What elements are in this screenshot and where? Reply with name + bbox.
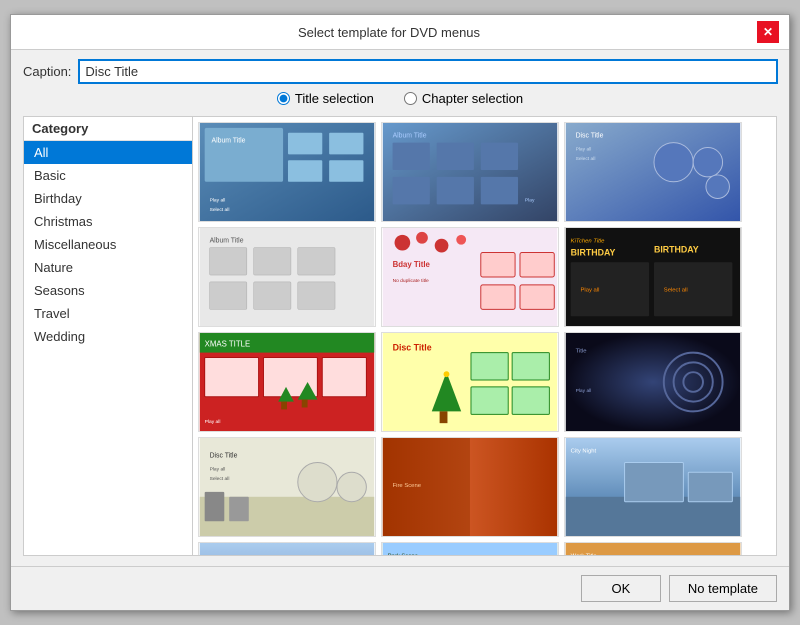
svg-text:Select all: Select all [210, 476, 230, 482]
svg-text:BIRTHDAY: BIRTHDAY [654, 245, 699, 255]
chapter-selection-radio[interactable]: Chapter selection [404, 91, 523, 106]
svg-text:Disc Title: Disc Title [210, 453, 238, 460]
templates-area: Album Title Play all Select all [193, 116, 777, 556]
svg-text:Work Title: Work Title [571, 554, 597, 556]
svg-text:Select all: Select all [576, 156, 596, 162]
templates-row-2: Album Title [198, 227, 771, 327]
category-item-travel[interactable]: Travel [24, 302, 192, 325]
template-1[interactable]: Album Title Play all Select all [198, 122, 376, 222]
templates-row-3: XMAS TITLE Play all [198, 332, 771, 432]
category-item-all[interactable]: All [24, 141, 192, 164]
svg-text:Park Scene: Park Scene [388, 554, 418, 556]
svg-text:Play all: Play all [205, 419, 221, 425]
svg-text:Play: Play [525, 197, 535, 203]
caption-row: Caption: [23, 60, 777, 83]
svg-text:Play all: Play all [210, 466, 226, 472]
dialog-footer: OK No template [11, 566, 789, 610]
template-8[interactable]: Disc Title [381, 332, 559, 432]
svg-text:Select all: Select all [210, 207, 230, 213]
template-15[interactable]: Work Title Play all [564, 542, 742, 556]
no-template-button[interactable]: No template [669, 575, 777, 602]
svg-text:City Night: City Night [571, 449, 597, 455]
dialog: Select template for DVD menus ✕ Caption:… [10, 14, 790, 611]
templates-row-1: Album Title Play all Select all [198, 122, 771, 222]
category-item-birthday[interactable]: Birthday [24, 187, 192, 210]
title-bar: Select template for DVD menus ✕ [11, 15, 789, 50]
svg-text:Album Title: Album Title [210, 238, 244, 245]
category-item-nature[interactable]: Nature [24, 256, 192, 279]
svg-text:BIRTHDAY: BIRTHDAY [571, 247, 616, 257]
svg-text:Title: Title [576, 349, 587, 355]
category-panel: Category All Basic Birthday Christmas Mi… [23, 116, 193, 556]
svg-text:Bday Title: Bday Title [393, 260, 431, 269]
radio-row: Title selection Chapter selection [23, 91, 777, 106]
template-12[interactable]: City Night [564, 437, 742, 537]
dialog-body: Caption: Title selection Chapter selecti… [11, 50, 789, 566]
caption-label: Caption: [23, 64, 71, 79]
category-item-christmas[interactable]: Christmas [24, 210, 192, 233]
svg-text:Select all: Select all [664, 288, 688, 294]
svg-text:Album Title: Album Title [393, 133, 427, 140]
category-item-wedding[interactable]: Wedding [24, 325, 192, 348]
dialog-title: Select template for DVD menus [21, 25, 757, 40]
caption-input[interactable] [79, 60, 777, 83]
template-10[interactable]: Disc Title Play all Select all [198, 437, 376, 537]
svg-text:Disc Title: Disc Title [393, 343, 432, 353]
template-6[interactable]: KiTchen Title BIRTHDAY BIRTHDAY Play all… [564, 227, 742, 327]
template-13[interactable]: Play all Title [198, 542, 376, 556]
templates-row-4: Disc Title Play all Select all [198, 437, 771, 537]
close-button[interactable]: ✕ [757, 21, 779, 43]
template-4[interactable]: Album Title [198, 227, 376, 327]
category-header: Category [24, 117, 192, 141]
category-item-seasons[interactable]: Seasons [24, 279, 192, 302]
ok-button[interactable]: OK [581, 575, 661, 602]
svg-text:Album Title: Album Title [212, 138, 246, 145]
category-item-basic[interactable]: Basic [24, 164, 192, 187]
template-11[interactable]: Fire Scene [381, 437, 559, 537]
template-3[interactable]: Disc Title Play all Select all [564, 122, 742, 222]
svg-text:XMAS TITLE: XMAS TITLE [205, 340, 251, 349]
svg-text:Disc Title: Disc Title [576, 133, 604, 140]
svg-text:Play all: Play all [576, 146, 592, 152]
template-9[interactable]: Title Play all [564, 332, 742, 432]
svg-text:No duplicate title: No duplicate title [393, 278, 429, 284]
template-14[interactable]: Park Scene [381, 542, 559, 556]
title-selection-radio[interactable]: Title selection [277, 91, 374, 106]
content-area: Category All Basic Birthday Christmas Mi… [23, 116, 777, 556]
template-7[interactable]: XMAS TITLE Play all [198, 332, 376, 432]
svg-text:Fire Scene: Fire Scene [393, 483, 421, 489]
svg-text:Play all: Play all [576, 388, 592, 394]
svg-text:Play all: Play all [580, 288, 599, 294]
svg-text:Play all: Play all [210, 197, 226, 203]
category-item-miscellaneous[interactable]: Miscellaneous [24, 233, 192, 256]
templates-row-5: Play all Title [198, 542, 771, 556]
template-5[interactable]: Bday Title No duplicate title [381, 227, 559, 327]
template-2[interactable]: Album Title Play [381, 122, 559, 222]
svg-text:KiTchen Title: KiTchen Title [571, 239, 605, 245]
